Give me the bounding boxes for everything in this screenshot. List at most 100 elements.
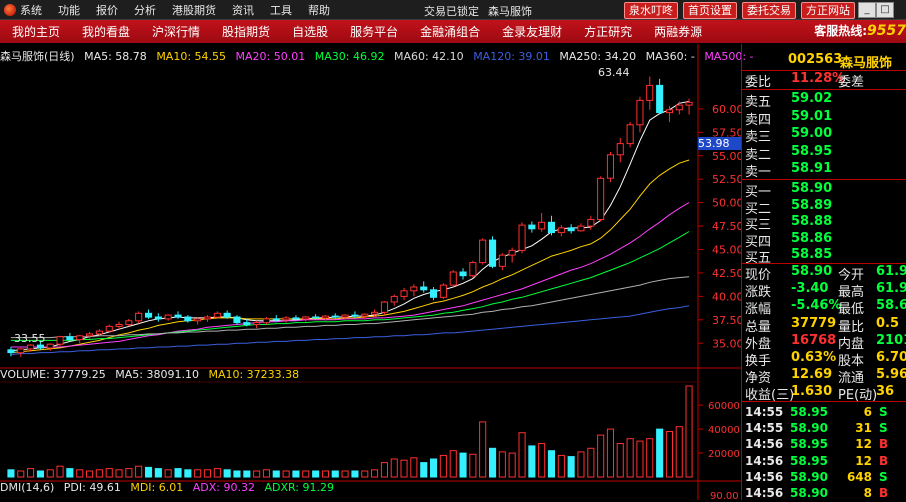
menu-function[interactable]: 功能	[58, 2, 80, 18]
volume-bar	[646, 438, 654, 478]
nav-index-futures[interactable]: 股指期货	[222, 23, 270, 40]
tick-row: 14:56 58.95 12 B	[742, 454, 906, 470]
volume-bar	[145, 466, 153, 478]
dmi-name: DMI(14,6)	[0, 481, 55, 494]
ma-legend-ma20: MA20: 50.01	[235, 50, 306, 63]
stat-label: 涨幅	[745, 302, 772, 318]
sell-level-label: 卖四	[745, 112, 772, 128]
volume-bar	[469, 453, 477, 478]
stat-label: 股本	[838, 354, 865, 369]
candle-body	[27, 344, 35, 350]
buy-price: 58.90	[791, 181, 833, 196]
candle-body	[547, 221, 556, 234]
tick-qty: 8	[863, 486, 872, 500]
buy-price: 58.86	[791, 230, 833, 246]
candle-body	[597, 177, 605, 221]
candle-body	[233, 316, 241, 324]
nav-margin-source[interactable]: 两融券源	[654, 23, 702, 40]
volume-bar	[253, 470, 261, 478]
candle-body	[636, 99, 644, 126]
dmi-adx: ADX: 90.32	[192, 481, 255, 494]
menu-help[interactable]: 帮助	[308, 2, 330, 18]
stock-code: 002563	[788, 52, 843, 67]
menu-system[interactable]: 系统	[20, 2, 42, 18]
stat-value: 5.96	[876, 367, 906, 383]
stat-label: 最低	[838, 302, 865, 318]
volume-bar	[76, 469, 84, 478]
sell-price: 59.01	[791, 108, 833, 124]
homepage-settings-button[interactable]: 首页设置	[683, 2, 737, 19]
ma-legend-ma30: MA30: 46.92	[314, 50, 385, 63]
founder-website-button[interactable]: 方正网站	[801, 2, 855, 19]
minimize-icon[interactable]: _	[858, 2, 876, 18]
sell-price: 59.00	[791, 126, 833, 142]
candle-body	[203, 316, 211, 320]
buy-row: 买四 58.86	[742, 230, 906, 250]
volume-axis: 60000 40000 20000	[698, 401, 740, 460]
tick-row: 14:55 58.90 31 S	[742, 421, 906, 437]
nav-founder-research[interactable]: 方正研究	[584, 23, 632, 40]
candle-body	[86, 333, 94, 337]
sell-price: 58.95	[791, 143, 833, 159]
entrust-trade-button[interactable]: 委托交易	[742, 2, 796, 19]
price-tick-label: 35.00	[712, 337, 741, 350]
price-tick-label: 40.00	[712, 290, 741, 303]
maximize-icon[interactable]: □	[876, 2, 894, 18]
volume-bar	[420, 462, 428, 478]
menu-info[interactable]: 资讯	[232, 2, 254, 18]
candle-body	[606, 154, 615, 179]
nav-my-watch[interactable]: 我的看盘	[82, 23, 130, 40]
ma-lines	[10, 100, 690, 355]
candle-body	[361, 313, 369, 317]
nav-sh-sz-quotes[interactable]: 沪深行情	[152, 23, 200, 40]
menu-tools[interactable]: 工具	[270, 2, 292, 18]
volume-bar	[390, 458, 398, 478]
buy-price: 58.88	[791, 214, 833, 230]
stat-label: 量比	[838, 319, 865, 335]
candle-body	[469, 262, 477, 277]
ma-legend: 森马服饰(日线) MA5: 58.78 MA10: 54.55 MA20: 50…	[0, 48, 760, 64]
candle-body	[331, 315, 339, 318]
nav-my-home[interactable]: 我的主页	[12, 23, 60, 40]
volume-bar	[86, 470, 94, 478]
volume-bar	[508, 452, 516, 478]
quanshui-button[interactable]: 泉水叮咚	[624, 2, 678, 19]
divider	[742, 89, 906, 90]
tick-qty: 12	[855, 453, 872, 468]
tick-side: B	[879, 437, 889, 452]
hotline: 客服热线:9557	[814, 20, 906, 43]
candle-body	[154, 316, 162, 320]
nav-jinrong-portfolio[interactable]: 金融涌组合	[420, 23, 480, 40]
stat-row: 收益(三) 1.630 PE(动) 36	[742, 384, 906, 403]
nav-jinlu-finance[interactable]: 金录友理财	[502, 23, 562, 40]
divider	[742, 179, 906, 180]
dmi-adxr: ADXR: 91.29	[264, 481, 334, 494]
menu-analysis[interactable]: 分析	[134, 2, 156, 18]
nav-service-platform[interactable]: 服务平台	[350, 23, 398, 40]
volume-tick-label: 40000	[708, 425, 740, 436]
candle-body	[184, 316, 192, 322]
volume-bar	[292, 470, 300, 478]
menu-quote[interactable]: 报价	[96, 2, 118, 18]
stat-label: 现价	[745, 268, 772, 283]
tick-row: 14:55 58.95 6 S	[742, 405, 906, 421]
tick-time: 14:56	[745, 437, 784, 452]
kline-chart-svg[interactable]: 60.0057.5055.0052.5050.0047.5045.0042.50…	[0, 44, 741, 500]
price-tick-label: 42.50	[712, 267, 741, 280]
volume-bar	[341, 470, 349, 478]
stat-row: 总量 37779 量比 0.5	[742, 316, 906, 335]
volume-bar	[430, 458, 438, 478]
nav-watchlist[interactable]: 自选股	[292, 23, 328, 40]
kline-chart-area[interactable]: 60.00 57.50 55.00 52.50 50.00 47.50 45.00 42.50…	[0, 44, 754, 502]
candle-body	[479, 239, 487, 264]
tick-time: 14:56	[745, 486, 784, 500]
sell-level-label: 卖五	[745, 95, 772, 110]
stat-value: 16768	[791, 332, 837, 348]
tick-price: 58.95	[790, 405, 828, 419]
menu-hk-futures[interactable]: 港股期货	[172, 2, 216, 18]
volume-bar	[616, 443, 624, 478]
candle-body	[7, 349, 15, 354]
price-tick-label: 52.50	[712, 173, 741, 186]
stat-label: 净资	[745, 371, 772, 387]
candle-body	[76, 335, 84, 341]
